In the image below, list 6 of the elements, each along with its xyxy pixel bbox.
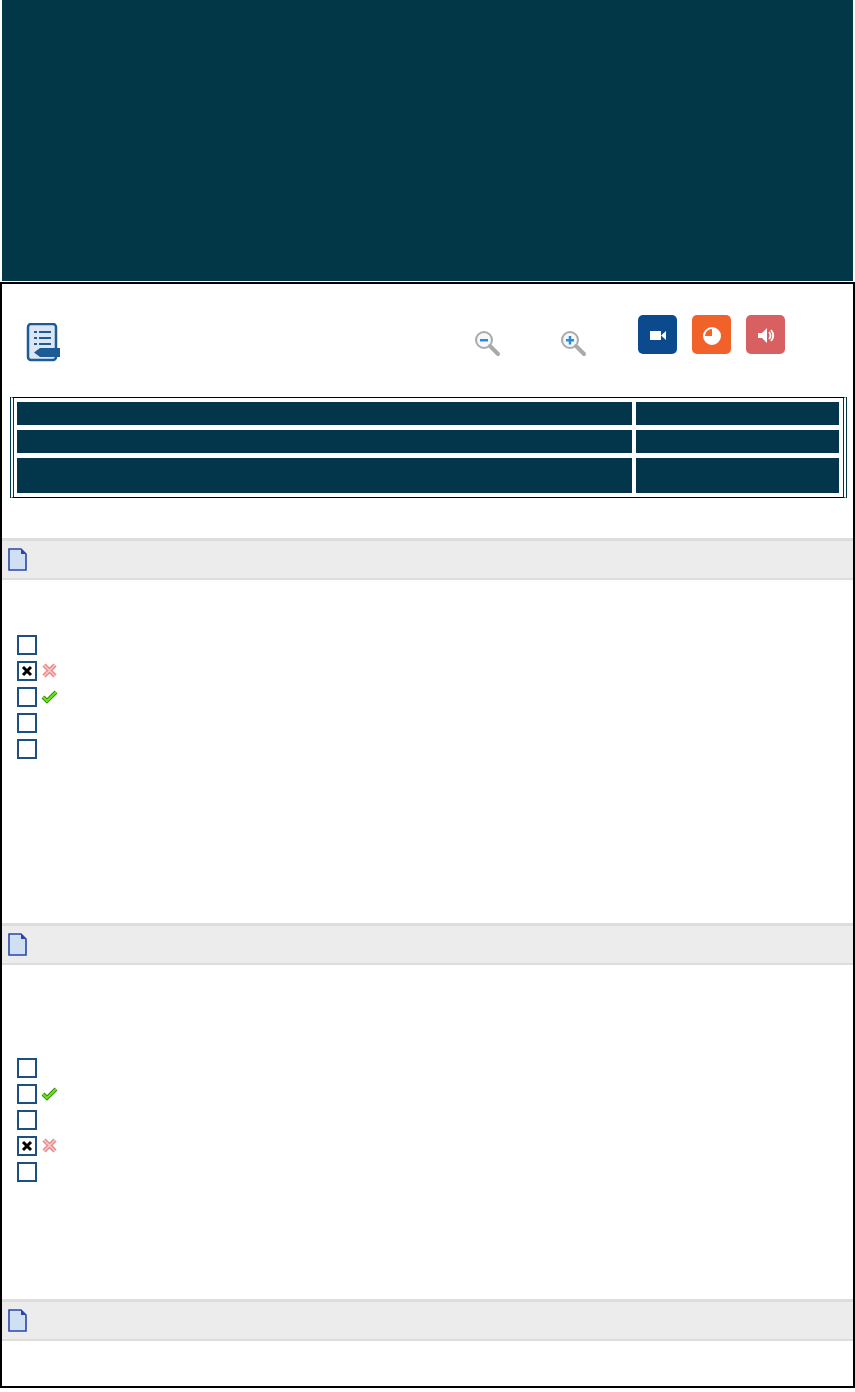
zoom-in-icon[interactable]: [560, 329, 588, 357]
video-button[interactable]: [638, 315, 677, 354]
list-document-icon[interactable]: [26, 323, 62, 363]
audio-button[interactable]: [746, 315, 785, 354]
zoom-out-icon[interactable]: [474, 329, 502, 357]
chart-button[interactable]: [692, 315, 731, 354]
